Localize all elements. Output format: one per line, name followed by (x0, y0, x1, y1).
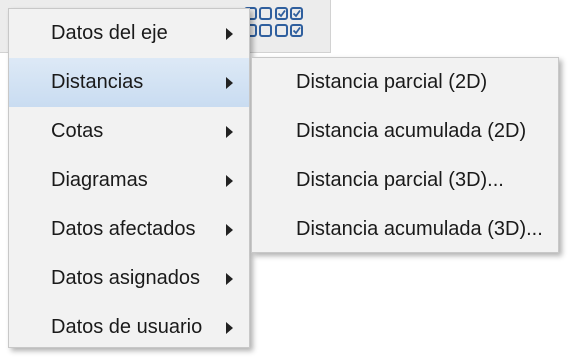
submenu-arrow-icon (226, 321, 233, 334)
menu-item-label: Distancias (51, 71, 144, 93)
submenu-item-distancia-parcial-2d[interactable]: Distancia parcial (2D) (252, 58, 558, 107)
submenu-item-label: Distancia parcial (2D) (296, 71, 488, 93)
submenu-arrow-icon (226, 27, 233, 40)
menu-item-label: Datos de usuario (51, 316, 203, 338)
submenu-arrow-icon (226, 223, 233, 236)
checkbox-grid-icon[interactable] (274, 4, 314, 44)
menu-item-datos-de-usuario[interactable]: Datos de usuario (9, 303, 249, 352)
submenu-item-distancia-acumulada-2d[interactable]: Distancia acumulada (2D) (252, 107, 558, 156)
menu-item-diagramas[interactable]: Diagramas (9, 156, 249, 205)
context-menu: Datos del eje Distancias Cotas Diagramas… (8, 8, 250, 348)
menu-item-label: Cotas (51, 120, 104, 142)
menu-item-cotas[interactable]: Cotas (9, 107, 249, 156)
submenu-item-distancia-acumulada-3d[interactable]: Distancia acumulada (3D)... (252, 205, 558, 254)
submenu-item-label: Distancia acumulada (2D) (296, 120, 527, 142)
menu-item-datos-del-eje[interactable]: Datos del eje (9, 9, 249, 58)
submenu-arrow-icon (226, 272, 233, 285)
distancias-submenu: Distancia parcial (2D) Distancia acumula… (251, 57, 559, 253)
submenu-item-label: Distancia acumulada (3D)... (296, 218, 543, 240)
submenu-arrow-icon (226, 174, 233, 187)
menu-item-label: Datos afectados (51, 218, 196, 240)
submenu-item-distancia-parcial-3d[interactable]: Distancia parcial (3D)... (252, 156, 558, 205)
menu-item-distancias[interactable]: Distancias (9, 58, 249, 107)
menu-item-label: Diagramas (51, 169, 148, 191)
menu-item-datos-asignados[interactable]: Datos asignados (9, 254, 249, 303)
menu-item-label: Datos asignados (51, 267, 200, 289)
submenu-item-label: Distancia parcial (3D)... (296, 169, 504, 191)
menu-item-datos-afectados[interactable]: Datos afectados (9, 205, 249, 254)
submenu-arrow-icon (226, 76, 233, 89)
submenu-arrow-icon (226, 125, 233, 138)
menu-item-label: Datos del eje (51, 22, 168, 44)
